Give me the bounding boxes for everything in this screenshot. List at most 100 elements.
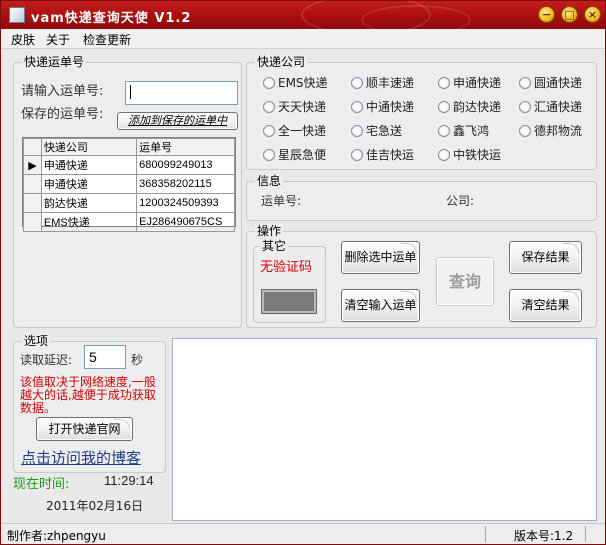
status-separator: [585, 526, 586, 542]
company-option[interactable]: 圆通快递: [519, 74, 582, 91]
radio-button-icon[interactable]: [263, 77, 275, 89]
button-ornament: [401, 243, 417, 253]
row-indicator: [23, 212, 42, 232]
company-option[interactable]: 韵达快递: [438, 98, 501, 115]
company-option[interactable]: 汇通快递: [519, 98, 582, 115]
radio-button-icon[interactable]: [351, 149, 363, 161]
company-option-label: 天天快递: [278, 100, 327, 114]
delay-input[interactable]: [84, 345, 126, 369]
company-group-title: 快递公司: [255, 55, 308, 69]
menu-bar: 皮肤 关于 检查更新: [1, 29, 605, 49]
captcha-status: 无验证码: [260, 260, 313, 275]
current-date-value: 2011年02月16日: [46, 499, 144, 513]
text-caret: [130, 85, 131, 99]
other-group-title: 其它: [260, 239, 289, 253]
company-option[interactable]: EMS快递: [263, 74, 328, 91]
company-option[interactable]: 鑫飞鸿: [438, 122, 489, 139]
title-bar-ornament: [361, 5, 471, 29]
radio-button-icon[interactable]: [438, 101, 450, 113]
company-option-label: 韵达快递: [453, 100, 502, 114]
button-ornament: [401, 291, 417, 301]
company-option[interactable]: 天天快递: [263, 98, 326, 115]
delay-note: 该值取决于网络速度,一般越大的话,越便于成功获取数据。: [20, 375, 156, 415]
radio-button-icon[interactable]: [519, 77, 531, 89]
info-group-title: 信息: [255, 174, 284, 188]
cell-number[interactable]: 1200324509393: [136, 193, 235, 213]
radio-button-icon[interactable]: [438, 149, 450, 161]
cell-number[interactable]: 368358202115: [136, 174, 235, 194]
actions-group-title: 操作: [255, 224, 284, 238]
query-label: 查询: [448, 272, 481, 291]
table-row[interactable]: 申通快递 368358202115: [23, 174, 235, 194]
column-header-number[interactable]: 运单号: [136, 138, 235, 156]
options-group-title: 选项: [22, 334, 51, 348]
radio-button-icon[interactable]: [263, 149, 275, 161]
company-option[interactable]: 中通快递: [351, 98, 414, 115]
cell-number[interactable]: 680099249013: [136, 155, 235, 175]
row-selected-indicator-icon: ▶: [23, 155, 42, 175]
radio-button-icon[interactable]: [351, 77, 363, 89]
row-indicator: [23, 193, 42, 213]
radio-button-icon[interactable]: [519, 125, 531, 137]
saved-numbers-table: 快递公司 运单号 ▶ 申通快递 680099249013 申通快递 368358…: [23, 138, 235, 232]
clear-results-button[interactable]: 清空结果: [509, 289, 582, 322]
radio-button-icon[interactable]: [438, 77, 450, 89]
clear-input-button[interactable]: 清空输入运单: [341, 289, 420, 322]
add-to-saved-label: 添加到保存的运单中: [128, 114, 227, 127]
query-button[interactable]: 查询: [436, 257, 494, 306]
table-row[interactable]: ▶ 申通快递 680099249013: [23, 155, 235, 175]
radio-button-icon[interactable]: [519, 101, 531, 113]
company-option-label: 鑫飞鸿: [453, 124, 490, 138]
company-option[interactable]: 佳吉快运: [351, 146, 414, 163]
info-number-label: 运单号:: [261, 194, 302, 208]
table-row[interactable]: EMS快递 EJ286490675CS: [23, 212, 235, 232]
company-option[interactable]: 顺丰速递: [351, 74, 414, 91]
tracking-number-input[interactable]: [125, 81, 238, 105]
save-results-button[interactable]: 保存结果: [509, 241, 582, 274]
maximize-button[interactable]: □: [561, 6, 578, 23]
saved-numbers-label: 保存的运单号:: [21, 107, 104, 122]
radio-button-icon[interactable]: [351, 125, 363, 137]
cell-company[interactable]: 韵达快递: [40, 193, 138, 213]
status-separator: [485, 526, 486, 542]
minimize-button[interactable]: −: [538, 6, 555, 23]
cell-company[interactable]: 申通快递: [40, 155, 138, 175]
delete-selected-button[interactable]: 删除选中运单: [341, 241, 420, 274]
captcha-image[interactable]: [261, 289, 317, 314]
company-option[interactable]: 申通快递: [438, 74, 501, 91]
saved-numbers-grid[interactable]: 快递公司 运单号 ▶ 申通快递 680099249013 申通快递 368358…: [22, 137, 236, 232]
company-option-label: 中通快递: [366, 100, 415, 114]
company-option[interactable]: 中铁快运: [438, 146, 501, 163]
company-option[interactable]: 宅急送: [351, 122, 402, 139]
radio-button-icon[interactable]: [263, 101, 275, 113]
company-option-label: 全一快递: [278, 124, 327, 138]
radio-button-icon[interactable]: [438, 125, 450, 137]
app-window: vam快递查询天使 V1.2 − □ × 皮肤 关于 检查更新 快递运单号 请输…: [0, 0, 606, 545]
radio-button-icon[interactable]: [351, 101, 363, 113]
cell-number[interactable]: EJ286490675CS: [136, 212, 235, 232]
blog-link[interactable]: 点击访问我的博客: [21, 447, 141, 468]
button-ornament: [563, 291, 579, 301]
menu-skin[interactable]: 皮肤: [11, 31, 35, 48]
delay-unit: 秒: [131, 353, 144, 367]
menu-check-update[interactable]: 检查更新: [83, 31, 131, 48]
title-bar[interactable]: vam快递查询天使 V1.2 − □ ×: [1, 1, 605, 29]
info-company-label: 公司:: [446, 194, 475, 208]
menu-about[interactable]: 关于: [46, 31, 70, 48]
button-ornament: [563, 243, 579, 253]
company-option[interactable]: 德邦物流: [519, 122, 582, 139]
radio-button-icon[interactable]: [263, 125, 275, 137]
company-option-label: 汇通快递: [534, 100, 583, 114]
close-button[interactable]: ×: [584, 6, 601, 23]
column-header-company[interactable]: 快递公司: [40, 138, 138, 156]
add-to-saved-button[interactable]: 添加到保存的运单中: [117, 112, 238, 130]
results-textarea[interactable]: [172, 338, 597, 521]
company-option-label: 顺丰速递: [366, 76, 415, 90]
table-row[interactable]: 韵达快递 1200324509393: [23, 193, 235, 213]
open-courier-site-button[interactable]: 打开快递官网: [36, 417, 133, 441]
cell-company[interactable]: 申通快递: [40, 174, 138, 194]
company-option[interactable]: 星辰急便: [263, 146, 326, 163]
company-option[interactable]: 全一快递: [263, 122, 326, 139]
cell-company[interactable]: EMS快递: [40, 212, 138, 232]
company-option-label: 中铁快运: [453, 148, 502, 162]
